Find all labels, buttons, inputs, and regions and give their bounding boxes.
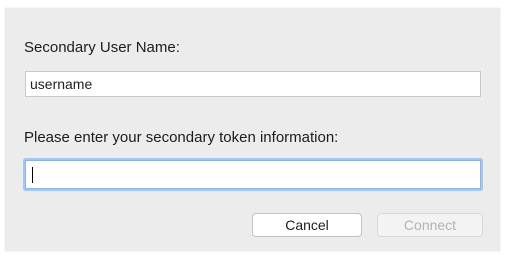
secondary-auth-dialog: Secondary User Name: username Please ent… (5, 8, 500, 251)
cancel-button[interactable]: Cancel (252, 213, 362, 237)
secondary-user-name-field[interactable]: username (25, 71, 481, 97)
secondary-token-label: Please enter your secondary token inform… (24, 129, 339, 146)
secondary-token-field[interactable] (25, 160, 481, 189)
text-cursor (32, 167, 33, 183)
connect-button[interactable]: Connect (377, 213, 483, 237)
secondary-user-name-value: username (30, 76, 93, 92)
secondary-user-name-label: Secondary User Name: (24, 39, 180, 56)
